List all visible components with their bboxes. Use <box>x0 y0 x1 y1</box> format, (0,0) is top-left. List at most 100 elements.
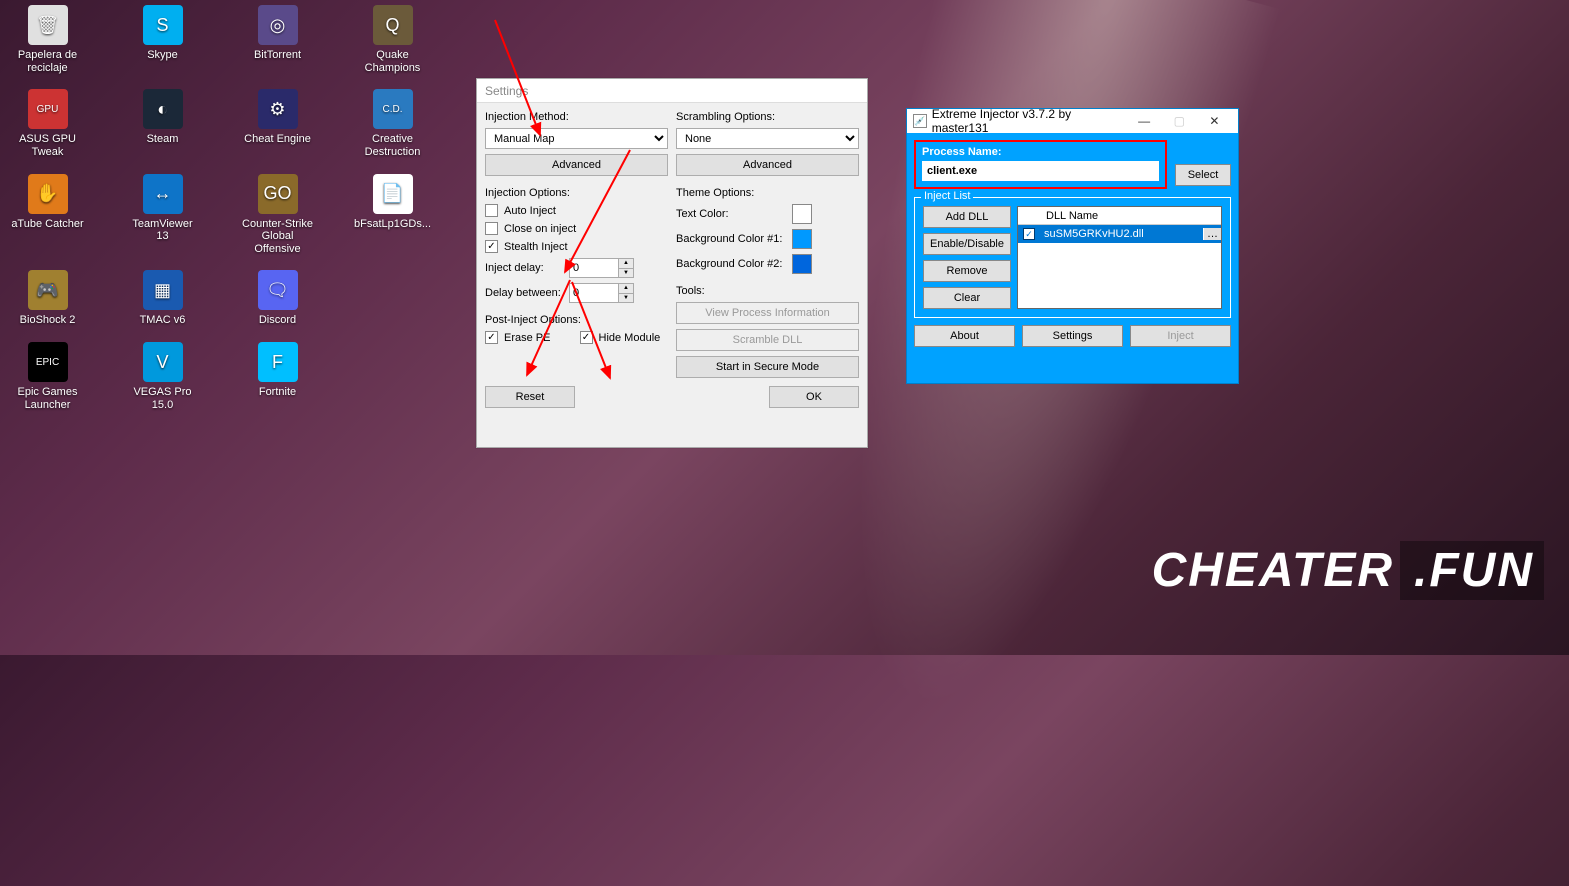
app-icon: F <box>258 342 298 382</box>
desktop-icon-label: Papelera de reciclaje <box>10 49 85 74</box>
desktop-icon[interactable]: 🗨 Discord <box>240 270 315 327</box>
desktop-icon-label: TeamViewer 13 <box>125 218 200 243</box>
add-dll-button[interactable]: Add DLL <box>923 206 1011 228</box>
close-button[interactable]: ✕ <box>1197 109 1232 133</box>
app-icon: ◎ <box>258 5 298 45</box>
text-color-swatch[interactable] <box>792 204 812 224</box>
app-icon: ⚙ <box>258 89 298 129</box>
app-icon: 🗑 <box>28 5 68 45</box>
scrambling-select[interactable]: None <box>676 128 859 149</box>
desktop-icon-label: Discord <box>259 314 296 327</box>
desktop-icon-label: TMAC v6 <box>140 314 186 327</box>
desktop-icon[interactable]: GO Counter-Strike Global Offensive <box>240 174 315 256</box>
desktop-icon-label: Counter-Strike Global Offensive <box>240 218 315 256</box>
settings-titlebar[interactable]: Settings <box>477 79 867 103</box>
maximize-button: ▢ <box>1162 109 1197 133</box>
app-icon: 🗨 <box>258 270 298 310</box>
erase-pe-checkbox[interactable]: Erase PE <box>485 331 574 344</box>
desktop-icon[interactable]: EPICEpic Games Launcher <box>10 342 85 411</box>
minimize-button[interactable]: — <box>1127 109 1162 133</box>
close-on-inject-checkbox[interactable]: Close on inject <box>485 222 668 235</box>
process-name-label: Process Name: <box>922 146 1159 158</box>
scrambling-label: Scrambling Options: <box>676 111 859 123</box>
app-icon: V <box>143 342 183 382</box>
app-icon: GO <box>258 174 298 214</box>
injector-title: Extreme Injector v3.7.2 by master131 <box>932 107 1127 135</box>
delay-between-label: Delay between: <box>485 287 563 299</box>
app-icon: ▦ <box>143 270 183 310</box>
enable-disable-button[interactable]: Enable/Disable <box>923 233 1011 255</box>
process-name-group: Process Name: client.exe <box>914 140 1167 189</box>
desktop-icon[interactable]: ◎ BitTorrent <box>240 5 315 74</box>
auto-inject-checkbox[interactable]: Auto Inject <box>485 204 668 217</box>
app-icon: 📄 <box>373 174 413 214</box>
dll-list[interactable]: DLL Name ✓ suSM5GRKvHU2.dll … <box>1017 206 1222 309</box>
desktop-icon[interactable]: 🗑 Papelera de reciclaje <box>10 5 85 74</box>
scramble-dll-button: Scramble DLL <box>676 329 859 351</box>
clear-button[interactable]: Clear <box>923 287 1011 309</box>
desktop-icon[interactable]: V VEGAS Pro 15.0 <box>125 342 200 411</box>
app-icon: C.D. <box>373 89 413 129</box>
dll-list-item[interactable]: ✓ suSM5GRKvHU2.dll … <box>1018 225 1221 243</box>
settings-title: Settings <box>485 84 528 98</box>
injector-window: 💉 Extreme Injector v3.7.2 by master131 —… <box>906 108 1239 384</box>
desktop-icon-label: Skype <box>147 49 178 62</box>
inject-button: Inject <box>1130 325 1231 347</box>
dll-list-header: DLL Name <box>1018 207 1221 225</box>
desktop-icon-label: BitTorrent <box>254 49 301 62</box>
desktop-icon[interactable]: ▦ TMAC v6 <box>125 270 200 327</box>
bg1-swatch[interactable] <box>792 229 812 249</box>
inject-delay-input[interactable]: 0▲▼ <box>569 258 634 278</box>
text-color-label: Text Color: <box>676 208 786 220</box>
view-process-info-button: View Process Information <box>676 302 859 324</box>
app-icon: ◐ <box>143 89 183 129</box>
dll-checkbox[interactable]: ✓ <box>1023 228 1035 240</box>
remove-button[interactable]: Remove <box>923 260 1011 282</box>
desktop-icon[interactable]: ⚙Cheat Engine <box>240 89 315 158</box>
desktop-icon[interactable]: SSkype <box>125 5 200 74</box>
syringe-icon: 💉 <box>913 114 927 128</box>
ok-button[interactable]: OK <box>769 386 859 408</box>
injector-settings-button[interactable]: Settings <box>1022 325 1123 347</box>
process-name-input[interactable]: client.exe <box>922 161 1159 181</box>
dll-browse-button[interactable]: … <box>1203 228 1221 240</box>
settings-window: Settings Injection Method: Manual Map Ad… <box>476 78 868 448</box>
about-button[interactable]: About <box>914 325 1015 347</box>
desktop-icon-label: VEGAS Pro 15.0 <box>125 386 200 411</box>
bg1-label: Background Color #1: <box>676 233 786 245</box>
desktop-icon[interactable]: QQuake Champions <box>355 5 430 74</box>
reset-button[interactable]: Reset <box>485 386 575 408</box>
desktop-icon[interactable]: 🎮BioShock 2 <box>10 270 85 327</box>
app-icon: ↔ <box>143 174 183 214</box>
inject-list-legend: Inject List <box>921 190 973 202</box>
desktop-icon[interactable]: ✋aTube Catcher <box>10 174 85 256</box>
desktop-icon[interactable]: F Fortnite <box>240 342 315 411</box>
injector-titlebar[interactable]: 💉 Extreme Injector v3.7.2 by master131 —… <box>907 109 1238 133</box>
theme-label: Theme Options: <box>676 187 859 199</box>
advanced-button-right[interactable]: Advanced <box>676 154 859 176</box>
advanced-button-left[interactable]: Advanced <box>485 154 668 176</box>
desktop-icon[interactable]: ↔ TeamViewer 13 <box>125 174 200 256</box>
stealth-inject-checkbox[interactable]: Stealth Inject <box>485 240 668 253</box>
desktop-icon-label: Epic Games Launcher <box>10 386 85 411</box>
desktop-icon[interactable]: ◐ Steam <box>125 89 200 158</box>
app-icon: GPU <box>28 89 68 129</box>
desktop-icon-label: ASUS GPU Tweak <box>10 133 85 158</box>
inject-delay-label: Inject delay: <box>485 262 563 274</box>
desktop-icon-label: Steam <box>147 133 179 146</box>
post-inject-label: Post-Inject Options: <box>485 314 668 326</box>
hide-module-checkbox[interactable]: Hide Module <box>580 331 669 344</box>
injection-method-select[interactable]: Manual Map <box>485 128 668 149</box>
desktop-icon[interactable]: C.D.Creative Destruction <box>355 89 430 158</box>
select-process-button[interactable]: Select <box>1175 164 1231 186</box>
bg2-swatch[interactable] <box>792 254 812 274</box>
desktop-icon-label: Fortnite <box>259 386 296 399</box>
desktop-icon[interactable]: 📄 bFsatLp1GDs... <box>355 174 430 256</box>
delay-between-input[interactable]: 0▲▼ <box>569 283 634 303</box>
desktop-icon-label: bFsatLp1GDs... <box>354 218 431 231</box>
app-icon: 🎮 <box>28 270 68 310</box>
watermark: CHEATER .FUN <box>1152 541 1544 600</box>
desktop-icon[interactable]: GPU ASUS GPU Tweak <box>10 89 85 158</box>
secure-mode-button[interactable]: Start in Secure Mode <box>676 356 859 378</box>
app-icon: Q <box>373 5 413 45</box>
